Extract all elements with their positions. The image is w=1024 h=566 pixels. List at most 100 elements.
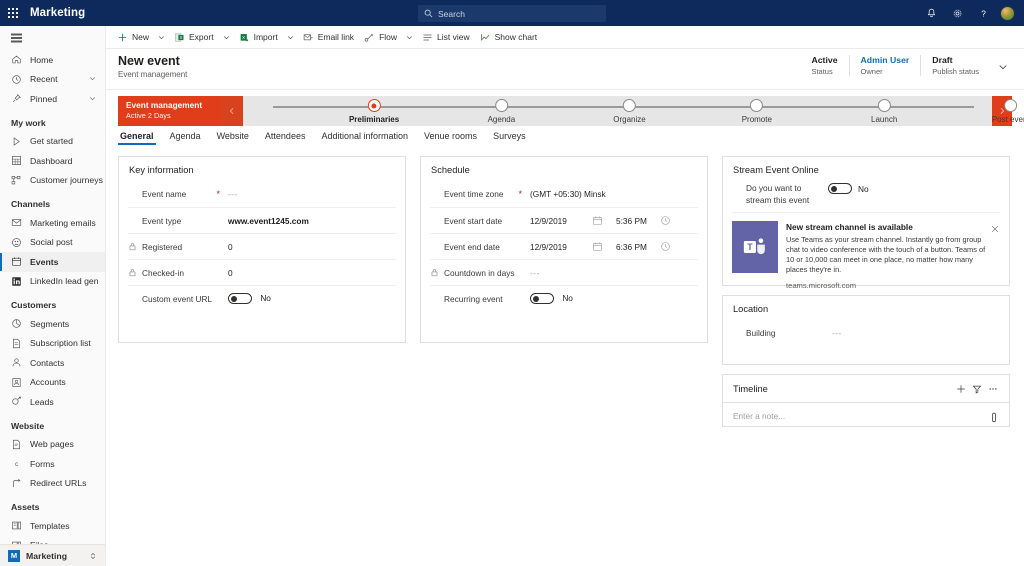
area-switcher-icon[interactable] <box>89 547 97 565</box>
field-value-building[interactable]: --- <box>832 328 1000 338</box>
sidebar-item-subscription-list[interactable]: Subscription list <box>0 334 105 354</box>
tab-general[interactable]: General <box>112 131 162 145</box>
sidebar-item-get-started[interactable]: Get started <box>0 132 105 152</box>
chevron-down-icon[interactable] <box>990 55 1014 77</box>
sidebar-item-forms[interactable]: c Forms <box>0 454 105 474</box>
email-link-label: Email link <box>317 32 355 42</box>
sidebar-item-web-pages[interactable]: Web pages <box>0 435 105 455</box>
import-button[interactable]: X Import <box>234 26 283 48</box>
sidebar-item-home[interactable]: Home <box>0 50 105 70</box>
bpf-stage-launch[interactable]: Launch <box>871 96 897 124</box>
sidebar-item-label: Customer journeys <box>30 175 103 186</box>
sidebar-item-linkedin-lead-gen[interactable]: LinkedIn lead gen <box>0 272 105 292</box>
sidebar-item-accounts[interactable]: Accounts <box>0 373 105 393</box>
field-row-recurring-event[interactable]: Recurring event No <box>430 285 698 311</box>
email-link-button[interactable]: Email link <box>298 26 359 48</box>
help-question-icon[interactable]: ? <box>970 0 996 26</box>
field-row-event-start-date[interactable]: Event start date 12/9/2019 5:36 PM <box>430 207 698 233</box>
calendar-icon[interactable] <box>592 241 603 252</box>
field-row-stream-event[interactable]: Do you want to stream this event No <box>732 181 1000 212</box>
area-switcher[interactable]: M Marketing <box>0 544 105 566</box>
field-label-text: Event name <box>142 189 187 199</box>
chevron-down-icon[interactable] <box>89 74 96 84</box>
timeline-add-button[interactable] <box>953 382 969 396</box>
sidebar-item-events[interactable]: Events <box>0 252 105 272</box>
bpf-stage-agenda[interactable]: Agenda <box>488 96 515 124</box>
chevron-left-icon[interactable] <box>221 96 243 126</box>
recurring-event-toggle[interactable] <box>530 293 554 305</box>
sidebar-item-social-post[interactable]: Social post <box>0 233 105 253</box>
sidebar-item-customer-journeys[interactable]: Customer journeys <box>0 171 105 191</box>
import-caret[interactable] <box>283 26 298 48</box>
tab-additional-information[interactable]: Additional information <box>313 131 416 145</box>
tab-attendees[interactable]: Attendees <box>257 131 314 145</box>
app-launcher-icon[interactable] <box>0 0 26 26</box>
bpf-active-process[interactable]: Event management Active 2 Days <box>118 96 221 126</box>
sidebar-item-recent[interactable]: Recent <box>0 70 105 90</box>
field-row-custom-event-url[interactable]: Custom event URL No <box>128 285 396 311</box>
export-button[interactable]: X Export <box>169 26 219 48</box>
list-view-button[interactable]: List view <box>417 26 475 48</box>
sidebar-item-pinned[interactable]: Pinned <box>0 89 105 109</box>
chevron-down-icon[interactable] <box>89 94 96 104</box>
sidebar-item-contacts[interactable]: Contacts <box>0 353 105 373</box>
owner-value[interactable]: Admin User <box>861 55 910 65</box>
field-value-event-time-zone[interactable]: (GMT +05:30) Minsk <box>530 189 698 199</box>
sidebar-item-label: Templates <box>30 520 70 531</box>
tab-agenda[interactable]: Agenda <box>162 131 209 145</box>
field-row-event-name[interactable]: Event name * --- <box>128 181 396 207</box>
bpf-stage-promote[interactable]: Promote <box>742 96 772 124</box>
flow-button[interactable]: Flow <box>359 26 402 48</box>
header-field-publish-status[interactable]: Draft Publish status <box>920 55 990 76</box>
timeline-note-input[interactable]: Enter a note... <box>723 402 1009 423</box>
field-value-event-name[interactable]: --- <box>228 189 396 199</box>
field-row-event-type[interactable]: Event type www.event1245.com <box>128 207 396 233</box>
end-date-value[interactable]: 12/9/2019 <box>530 242 592 252</box>
sidebar-item-templates[interactable]: Templates <box>0 516 105 536</box>
teams-promo-link[interactable]: teams.microsoft.com <box>786 281 986 290</box>
stream-event-toggle[interactable] <box>828 183 852 194</box>
field-row-event-end-date[interactable]: Event end date 12/9/2019 6:36 PM <box>430 233 698 259</box>
field-value-event-type[interactable]: www.event1245.com <box>228 216 396 226</box>
calendar-icon[interactable] <box>592 215 603 226</box>
sidebar-item-marketing-emails[interactable]: Marketing emails <box>0 213 105 233</box>
tab-label: Additional information <box>321 131 409 141</box>
sidebar-item-redirect-urls[interactable]: Redirect URLs <box>0 474 105 494</box>
export-caret[interactable] <box>219 26 234 48</box>
paperclip-icon[interactable] <box>989 410 999 423</box>
app-title[interactable]: Marketing <box>30 7 85 19</box>
bpf-stage-track: Preliminaries Agenda Organize Promote La… <box>243 96 1024 126</box>
global-search-box[interactable]: Search <box>418 5 606 22</box>
field-row-event-time-zone[interactable]: Event time zone * (GMT +05:30) Minsk <box>430 181 698 207</box>
sidebar-item-leads[interactable]: Leads <box>0 392 105 412</box>
tab-surveys[interactable]: Surveys <box>485 131 534 145</box>
menu-icon[interactable] <box>0 26 105 50</box>
flow-caret[interactable] <box>402 26 417 48</box>
new-caret[interactable] <box>154 26 169 48</box>
gear-icon[interactable] <box>944 0 970 26</box>
bpf-stage-organize[interactable]: Organize <box>613 96 646 124</box>
field-row-building[interactable]: Building --- <box>732 320 1000 346</box>
more-ellipsis-icon[interactable] <box>985 382 1001 396</box>
sidebar-item-segments[interactable]: Segments <box>0 314 105 334</box>
start-date-value[interactable]: 12/9/2019 <box>530 216 592 226</box>
notification-bell-icon[interactable] <box>918 0 944 26</box>
sidebar-item-dashboard[interactable]: Dashboard <box>0 151 105 171</box>
custom-event-url-toggle[interactable] <box>228 293 252 305</box>
bpf-stage-preliminaries[interactable]: Preliminaries <box>349 96 399 124</box>
user-avatar[interactable] <box>1000 5 1015 21</box>
field-value-recurring-event: No <box>530 293 698 305</box>
show-chart-button[interactable]: Show chart <box>475 26 543 48</box>
new-button[interactable]: New <box>112 26 154 48</box>
end-time-value[interactable]: 6:36 PM <box>616 242 660 252</box>
header-field-owner[interactable]: Admin User Owner <box>848 55 921 76</box>
bpf-stage-post-event[interactable]: Post event <box>992 96 1024 124</box>
filter-icon[interactable] <box>969 382 985 396</box>
clock-icon[interactable] <box>660 241 671 252</box>
header-field-status[interactable]: Active Status <box>800 55 848 76</box>
tab-website[interactable]: Website <box>209 131 257 145</box>
tab-venue-rooms[interactable]: Venue rooms <box>416 131 485 145</box>
close-icon[interactable] <box>991 220 999 238</box>
start-time-value[interactable]: 5:36 PM <box>616 216 660 226</box>
clock-icon[interactable] <box>660 215 671 226</box>
